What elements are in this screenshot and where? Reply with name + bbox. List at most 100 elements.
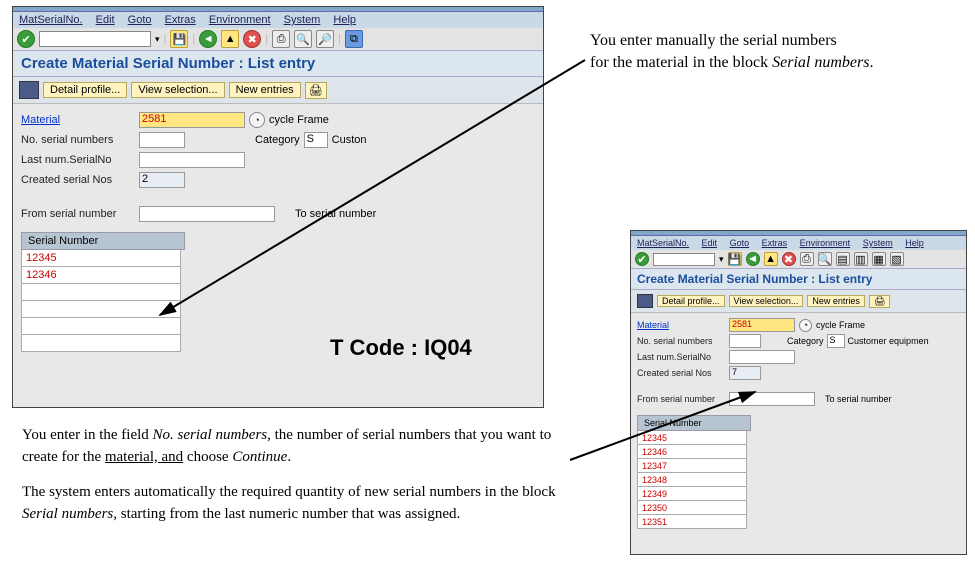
print-button[interactable]: 🖨	[869, 295, 890, 308]
dropdown-icon[interactable]: ▾	[155, 34, 160, 45]
created-label: Created serial Nos	[637, 368, 729, 378]
from-sn-label: From serial number	[21, 208, 139, 220]
category-desc: Customer equipmen	[848, 336, 929, 346]
created-field: 2	[139, 172, 185, 188]
find-icon[interactable]: 🔍	[294, 30, 312, 48]
menu-item[interactable]: Goto	[730, 238, 750, 248]
menu-item[interactable]: Environment	[209, 14, 271, 26]
sn-cell[interactable]: 12346	[21, 267, 181, 284]
page-icon[interactable]: ▤	[836, 252, 850, 266]
dropdown-icon[interactable]: ▾	[719, 254, 724, 265]
material-desc: cycle Frame	[816, 320, 865, 330]
created-label: Created serial Nos	[21, 174, 139, 186]
no-serial-field[interactable]	[729, 334, 761, 348]
print-icon[interactable]: ⎙	[272, 30, 290, 48]
page-icon[interactable]: ▦	[872, 252, 886, 266]
menu-item[interactable]: Edit	[96, 14, 115, 26]
from-sn-field[interactable]	[139, 206, 275, 222]
material-field[interactable]: 2581	[139, 112, 245, 128]
sn-cell[interactable]	[21, 335, 181, 352]
annotation-1: You enter manually the serial numbers fo…	[590, 30, 950, 73]
lastnum-field[interactable]	[729, 350, 795, 364]
view-selection-button[interactable]: View selection...	[131, 82, 224, 98]
menu-item[interactable]: Environment	[800, 238, 851, 248]
detail-profile-button[interactable]: Detail profile...	[657, 295, 725, 307]
command-field[interactable]	[653, 253, 715, 266]
exit-icon[interactable]: ▲	[764, 252, 778, 266]
menu-item[interactable]: Goto	[128, 14, 152, 26]
toolbar: ✔ ▾ | 💾 | ◄ ▲ ✖ | ⎙ 🔍 🔎 | ⧉	[13, 28, 543, 50]
view-selection-button[interactable]: View selection...	[729, 295, 804, 307]
sn-cell[interactable]	[21, 301, 181, 318]
save-icon[interactable]: 💾	[728, 252, 742, 266]
findnext-icon[interactable]: 🔎	[316, 30, 334, 48]
category-field[interactable]: S	[827, 334, 845, 348]
category-label: Category	[787, 336, 824, 346]
material-desc: cycle Frame	[269, 114, 329, 126]
sn-cell[interactable]: 12346	[637, 445, 747, 459]
material-label: Material	[21, 114, 139, 126]
button-row: Detail profile... View selection... New …	[13, 77, 543, 104]
sn-cell[interactable]: 12348	[637, 473, 747, 487]
menu-item[interactable]: MatSerialNo.	[637, 238, 689, 248]
enter-icon[interactable]: ✔	[17, 30, 35, 48]
lastnum-field[interactable]	[139, 152, 245, 168]
enter-icon[interactable]: ✔	[635, 252, 649, 266]
find-icon[interactable]: 🔍	[818, 252, 832, 266]
cancel-icon[interactable]: ✖	[243, 30, 261, 48]
page-title: Create Material Serial Number : List ent…	[13, 50, 543, 77]
sn-cell[interactable]	[21, 318, 181, 335]
page-icon[interactable]: ▥	[854, 252, 868, 266]
back-icon[interactable]: ◄	[199, 30, 217, 48]
sn-cell[interactable]: 12347	[637, 459, 747, 473]
menu-item[interactable]: System	[863, 238, 893, 248]
sn-cell[interactable]: 12345	[637, 431, 747, 445]
print-icon[interactable]: ⎙	[800, 252, 814, 266]
command-field[interactable]	[39, 31, 151, 47]
menu-item[interactable]: Help	[905, 238, 924, 248]
to-sn-label: To serial number	[825, 394, 892, 404]
f4-help-icon[interactable]: ◔	[249, 112, 265, 128]
to-sn-label: To serial number	[295, 208, 376, 220]
lastnum-label: Last num.SerialNo	[637, 352, 729, 362]
serial-number-block: Serial Number 12345 12346 12347 12348 12…	[637, 415, 960, 529]
new-entries-button[interactable]: New entries	[807, 295, 865, 307]
save-icon[interactable]: 💾	[170, 30, 188, 48]
material-field[interactable]: 2581	[729, 318, 795, 332]
menu-bar: MatSerialNo. Edit Goto Extras Environmen…	[13, 12, 543, 28]
session-icon[interactable]: ⧉	[345, 30, 363, 48]
page-title: Create Material Serial Number : List ent…	[631, 268, 966, 290]
form-area: Material 2581 ◔ cycle Frame No. serial n…	[631, 313, 966, 533]
sn-header: Serial Number	[21, 232, 185, 250]
category-field[interactable]: S	[304, 132, 328, 148]
back-icon[interactable]: ◄	[746, 252, 760, 266]
page-icon[interactable]: ▧	[890, 252, 904, 266]
menu-item[interactable]: Edit	[702, 238, 718, 248]
exit-icon[interactable]: ▲	[221, 30, 239, 48]
menu-item[interactable]: Extras	[762, 238, 788, 248]
cancel-icon[interactable]: ✖	[782, 252, 796, 266]
new-entries-button[interactable]: New entries	[229, 82, 301, 98]
layout-icon[interactable]	[637, 294, 653, 308]
detail-profile-button[interactable]: Detail profile...	[43, 82, 127, 98]
menu-item[interactable]: System	[284, 14, 321, 26]
serial-number-block: Serial Number 12345 12346	[21, 232, 535, 352]
sn-cell[interactable]: 12350	[637, 501, 747, 515]
sn-cell[interactable]: 12349	[637, 487, 747, 501]
from-sn-field[interactable]	[729, 392, 815, 406]
menu-bar: MatSerialNo. Edit Goto Extras Environmen…	[631, 236, 966, 250]
no-serial-field[interactable]	[139, 132, 185, 148]
toolbar: ✔ ▾ 💾 ◄ ▲ ✖ ⎙ 🔍 ▤ ▥ ▦ ▧	[631, 250, 966, 268]
menu-item[interactable]: Help	[333, 14, 356, 26]
f4-help-icon[interactable]: ◔	[799, 319, 812, 332]
layout-icon[interactable]	[19, 81, 39, 99]
form-area: Material 2581 ◔ cycle Frame No. serial n…	[13, 104, 543, 358]
sn-cell[interactable]: 12345	[21, 250, 181, 267]
paragraph-1: You enter in the field No. serial number…	[22, 425, 577, 469]
sn-cell[interactable]	[21, 284, 181, 301]
menu-item[interactable]: MatSerialNo.	[19, 14, 83, 26]
sn-cell[interactable]: 12351	[637, 515, 747, 529]
print-button[interactable]: 🖨	[305, 82, 327, 99]
menu-item[interactable]: Extras	[165, 14, 196, 26]
sn-header: Serial Number	[637, 415, 751, 431]
